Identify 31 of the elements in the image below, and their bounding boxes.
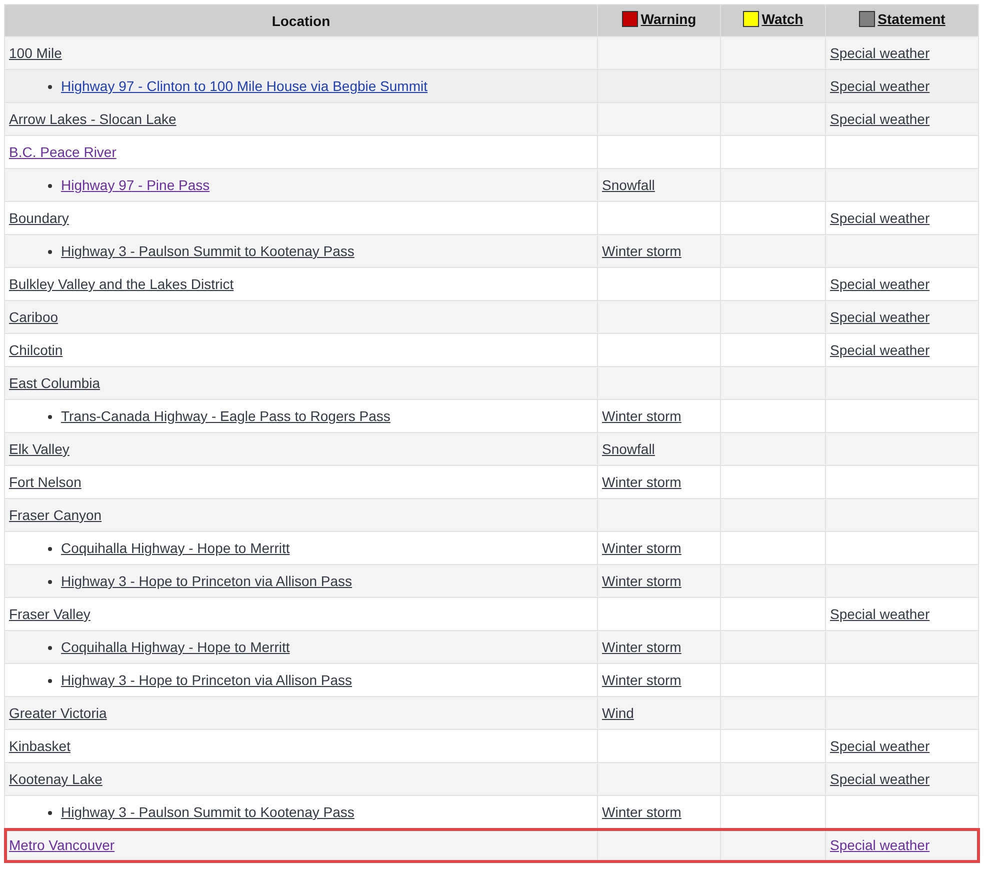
region-link[interactable]: B.C. Peace River: [9, 144, 116, 160]
bullet-icon: [48, 184, 52, 188]
region-link[interactable]: Elk Valley: [9, 441, 70, 457]
bullet-icon: [48, 547, 52, 552]
alert-link[interactable]: Wind: [602, 705, 634, 721]
bullet-icon: [48, 580, 52, 584]
region-link[interactable]: Boundary: [9, 210, 69, 226]
region-link[interactable]: Kinbasket: [9, 738, 70, 754]
region-link[interactable]: Arrow Lakes - Slocan Lake: [9, 111, 176, 127]
region-link[interactable]: Fort Nelson: [9, 474, 82, 490]
bullet-icon: [48, 415, 52, 420]
column-header: Location: [272, 12, 330, 28]
region-link[interactable]: Metro Vancouver: [9, 837, 115, 853]
bullet-icon: [48, 85, 52, 90]
bullet-icon: [48, 250, 52, 254]
region-link[interactable]: Fraser Valley: [9, 606, 90, 622]
region-link[interactable]: Bulkley Valley and the Lakes District: [9, 276, 234, 292]
region-link[interactable]: Kootenay Lake: [9, 771, 102, 787]
bullet-icon: [48, 811, 52, 816]
region-link[interactable]: Greater Victoria: [9, 705, 107, 721]
region-link[interactable]: Cariboo: [9, 309, 58, 325]
bullet-icon: [48, 679, 52, 684]
region-link[interactable]: East Columbia: [9, 375, 100, 391]
region-link[interactable]: Fraser Canyon: [9, 507, 102, 523]
highway-link[interactable]: Coquihalla Highway - Hope to Merritt: [61, 639, 290, 655]
region-link[interactable]: Chilcotin: [9, 342, 63, 358]
highway-link[interactable]: Coquihalla Highway - Hope to Merritt: [61, 540, 290, 556]
column-header-link[interactable]: Watch: [762, 11, 804, 27]
region-link[interactable]: 100 Mile: [9, 45, 62, 61]
highway-link[interactable]: Highway 97 - Pine Pass: [61, 177, 210, 193]
bullet-icon: [48, 646, 52, 650]
